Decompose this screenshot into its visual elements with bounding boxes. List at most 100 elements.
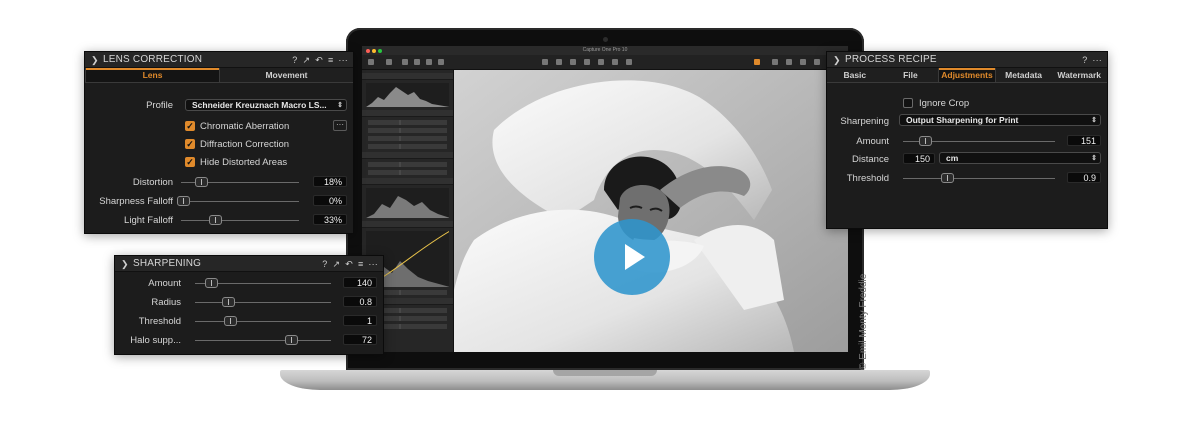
- sidebar-slider[interactable]: [368, 128, 447, 133]
- proof-icon[interactable]: [754, 59, 760, 65]
- close-window-icon[interactable]: [366, 49, 370, 53]
- threshold-value[interactable]: 1: [343, 315, 377, 326]
- diffraction-correction-checkbox[interactable]: ✓: [185, 139, 195, 149]
- grid-icon[interactable]: [772, 59, 778, 65]
- sharpening-amount-value[interactable]: 140: [343, 277, 377, 288]
- more-icon[interactable]: ···: [368, 256, 378, 272]
- exposure-section-header[interactable]: [362, 110, 453, 117]
- reset-icon[interactable]: ↶: [345, 256, 353, 272]
- tab-basic[interactable]: Basic: [827, 68, 883, 82]
- hide-distorted-areas-label: Hide Distorted Areas: [200, 157, 288, 168]
- help-icon[interactable]: ?: [322, 256, 327, 272]
- recipe-threshold-value[interactable]: 0.9: [1067, 172, 1101, 183]
- copy-adjustments-icon[interactable]: ↗: [302, 52, 310, 68]
- curve-section-header[interactable]: [362, 221, 453, 228]
- distortion-slider-thumb[interactable]: [195, 177, 208, 187]
- picker-tool-icon[interactable]: [626, 59, 632, 65]
- zoom-window-icon[interactable]: [378, 49, 382, 53]
- ignore-crop-checkbox[interactable]: [903, 98, 913, 108]
- chromatic-aberration-checkbox[interactable]: ✓: [185, 121, 195, 131]
- sharpness-falloff-label: Sharpness Falloff: [99, 196, 173, 207]
- halo-suppression-value[interactable]: 72: [343, 334, 377, 345]
- light-falloff-slider-thumb[interactable]: [209, 215, 222, 225]
- distance-unit-select[interactable]: cm ⇕: [939, 152, 1101, 164]
- light-falloff-slider[interactable]: [181, 220, 299, 221]
- chromatic-aberration-more-button[interactable]: ···: [333, 120, 347, 131]
- help-icon[interactable]: [814, 59, 820, 65]
- tab-metadata[interactable]: Metadata: [996, 68, 1052, 82]
- crop-tool-icon[interactable]: [570, 59, 576, 65]
- distortion-label: Distortion: [132, 177, 173, 188]
- process-recipe-header[interactable]: ❯ PROCESS RECIPE ? ···: [827, 52, 1107, 68]
- radius-slider[interactable]: [195, 302, 331, 303]
- light-falloff-value[interactable]: 33%: [313, 214, 347, 225]
- sidebar-slider[interactable]: [368, 120, 447, 125]
- sidebar-section-header[interactable]: [362, 73, 453, 80]
- adjustments-icon[interactable]: [438, 59, 444, 65]
- collapse-chevron-icon[interactable]: ❯: [91, 52, 99, 68]
- levels-section-header[interactable]: [362, 178, 453, 185]
- tab-watermark[interactable]: Watermark: [1051, 68, 1107, 82]
- distortion-value[interactable]: 18%: [313, 176, 347, 187]
- library-icon[interactable]: [426, 59, 432, 65]
- sharpness-falloff-slider-thumb[interactable]: [177, 196, 190, 206]
- sidebar-slider[interactable]: [368, 170, 447, 175]
- output-sharpening-value: Output Sharpening for Print: [906, 115, 1019, 125]
- halo-suppression-slider[interactable]: [195, 340, 331, 341]
- sharpening-amount-slider-thumb[interactable]: [205, 278, 218, 288]
- compare-icon[interactable]: [786, 59, 792, 65]
- keystone-tool-icon[interactable]: [598, 59, 604, 65]
- recipe-threshold-slider[interactable]: [903, 178, 1055, 179]
- sharpness-falloff-slider[interactable]: [181, 201, 299, 202]
- collapse-chevron-icon[interactable]: ❯: [833, 52, 841, 68]
- threshold-slider-thumb[interactable]: [224, 316, 237, 326]
- recipe-amount-slider-thumb[interactable]: [919, 136, 932, 146]
- more-icon[interactable]: ···: [1092, 52, 1102, 68]
- recipe-amount-value[interactable]: 151: [1067, 135, 1101, 146]
- play-video-button[interactable]: [594, 219, 670, 295]
- presets-icon[interactable]: ≡: [328, 52, 333, 68]
- sharpness-falloff-value[interactable]: 0%: [313, 195, 347, 206]
- sidebar-slider[interactable]: [368, 144, 447, 149]
- recipe-threshold-slider-thumb[interactable]: [941, 173, 954, 183]
- rotate-tool-icon[interactable]: [584, 59, 590, 65]
- process-recipe-title: PROCESS RECIPE: [845, 54, 937, 65]
- hdr-section-header[interactable]: [362, 152, 453, 159]
- hide-distorted-areas-checkbox[interactable]: ✓: [185, 157, 195, 167]
- viewer-photo[interactable]: [454, 70, 848, 352]
- more-icon[interactable]: ···: [338, 52, 348, 68]
- capture-icon[interactable]: [386, 59, 392, 65]
- halo-suppression-slider-thumb[interactable]: [285, 335, 298, 345]
- cursor-tool-icon[interactable]: [542, 59, 548, 65]
- minimize-window-icon[interactable]: [372, 49, 376, 53]
- sharpening-header[interactable]: ❯ SHARPENING ? ↗ ↶ ≡ ···: [115, 256, 383, 272]
- help-icon[interactable]: ?: [292, 52, 297, 68]
- output-sharpening-select[interactable]: Output Sharpening for Print ⇕: [899, 114, 1101, 126]
- reset-icon[interactable]: ↶: [315, 52, 323, 68]
- sharpening-amount-label: Amount: [148, 278, 181, 289]
- copy-adjustments-icon[interactable]: ↗: [332, 256, 340, 272]
- import-icon[interactable]: [368, 59, 374, 65]
- distance-value[interactable]: 150: [903, 153, 935, 164]
- presets-icon[interactable]: ≡: [358, 256, 363, 272]
- process-recipe-panel: ❯ PROCESS RECIPE ? ··· Basic File Adjust…: [826, 51, 1108, 229]
- warning-icon[interactable]: [800, 59, 806, 65]
- radius-slider-thumb[interactable]: [222, 297, 235, 307]
- tab-file[interactable]: File: [883, 68, 939, 82]
- tab-movement[interactable]: Movement: [220, 68, 353, 82]
- sidebar-slider[interactable]: [368, 136, 447, 141]
- app-toolbar: [362, 55, 848, 70]
- pan-tool-icon[interactable]: [556, 59, 562, 65]
- tab-lens[interactable]: Lens: [85, 68, 220, 82]
- lens-correction-header[interactable]: ❯ LENS CORRECTION ? ↗ ↶ ≡ ···: [85, 52, 353, 68]
- redo-icon[interactable]: [414, 59, 420, 65]
- undo-icon[interactable]: [402, 59, 408, 65]
- threshold-slider[interactable]: [195, 321, 331, 322]
- brush-tool-icon[interactable]: [612, 59, 618, 65]
- tab-adjustments[interactable]: Adjustments: [938, 68, 996, 82]
- radius-value[interactable]: 0.8: [343, 296, 377, 307]
- help-icon[interactable]: ?: [1082, 52, 1087, 68]
- sidebar-slider[interactable]: [368, 162, 447, 167]
- profile-select[interactable]: Schneider Kreuznach Macro LS... ⇕: [185, 99, 347, 111]
- collapse-chevron-icon[interactable]: ❯: [121, 256, 129, 272]
